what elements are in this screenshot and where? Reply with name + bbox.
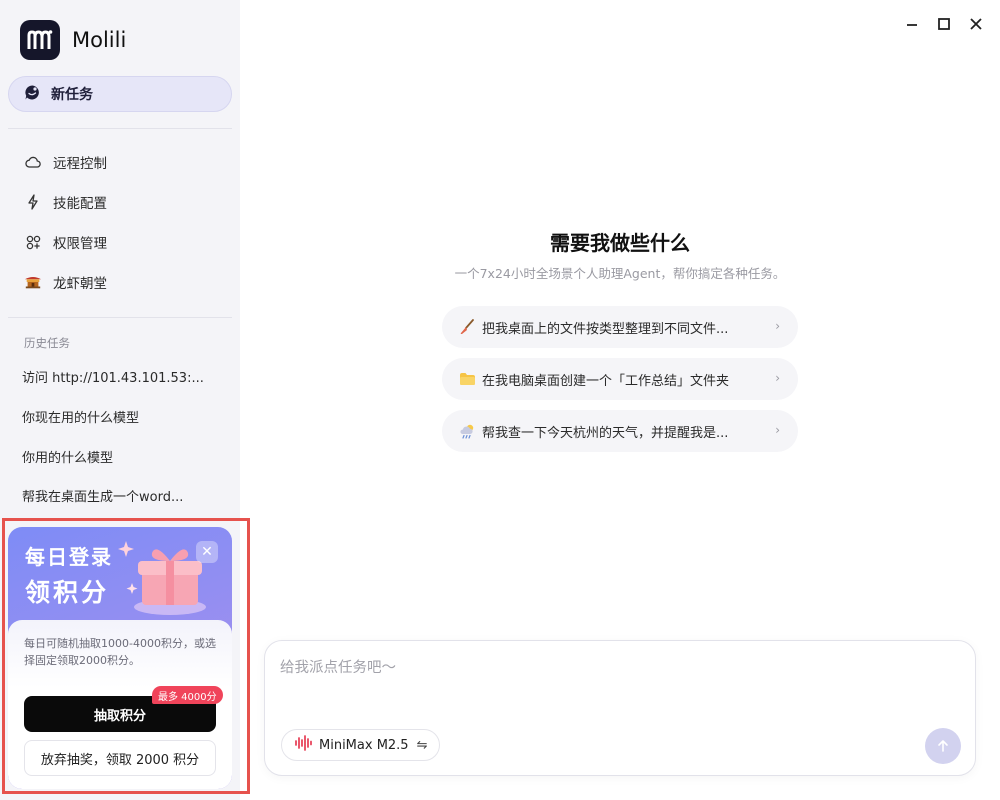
arrow-up-icon	[938, 740, 948, 752]
brand[interactable]: Molili	[20, 20, 126, 60]
promo-panel: 每日可随机抽取1000-4000积分，或选择固定领取2000积分。 抽取积分 最…	[8, 620, 232, 789]
promo-title-line2: 领积分	[25, 578, 110, 607]
claim-fixed-points-button[interactable]: 放弃抽奖，领取 2000 积分	[24, 740, 216, 776]
sidebar-item-label: 龙虾朝堂	[53, 276, 107, 292]
switch-icon: ⇋	[416, 737, 428, 753]
app-logo-icon	[20, 20, 60, 60]
grid-icon	[24, 233, 42, 251]
close-icon	[970, 18, 982, 30]
cloud-icon	[24, 153, 42, 171]
palace-icon	[24, 273, 42, 291]
suggestion-label: 把我桌面上的文件按类型整理到不同文件...	[482, 321, 729, 337]
maximize-button[interactable]	[934, 14, 954, 34]
sidebar-item-label: 技能配置	[53, 196, 107, 212]
suggestion-check-weather[interactable]: 帮我查一下今天杭州的天气，并提醒我是... ›	[442, 410, 798, 452]
audio-wave-icon	[294, 735, 312, 755]
suggestion-create-folder[interactable]: 在我电脑桌面创建一个「工作总结」文件夹 ›	[442, 358, 798, 400]
chat-bubble-icon	[24, 84, 41, 105]
send-button[interactable]	[925, 728, 961, 764]
chevron-right-icon: ›	[775, 423, 780, 437]
minimize-icon	[907, 24, 917, 26]
main-title: 需要我做些什么	[550, 231, 690, 255]
task-composer: MiniMax M2.5 ⇋	[264, 640, 976, 776]
promo-description: 每日可随机抽取1000-4000积分，或选择固定领取2000积分。	[24, 637, 216, 667]
history-item[interactable]: 访问 http://101.43.101.53:...	[8, 361, 232, 391]
chevron-right-icon: ›	[775, 319, 780, 333]
minimize-button[interactable]	[902, 14, 922, 34]
new-task-button[interactable]: 新任务	[8, 76, 232, 112]
weather-icon	[458, 422, 476, 440]
history-item[interactable]: 你现在用的什么模型	[8, 401, 232, 431]
maximize-icon	[938, 18, 950, 30]
history-item[interactable]: 帮我在桌面生成一个word...	[8, 480, 232, 510]
suggestion-label: 帮我查一下今天杭州的天气，并提醒我是...	[482, 425, 729, 441]
sidebar-divider	[8, 317, 232, 318]
broom-icon	[458, 318, 476, 336]
max-points-badge: 最多 4000分	[152, 686, 223, 704]
new-task-label: 新任务	[51, 87, 93, 103]
close-icon: ✕	[201, 544, 213, 560]
suggestion-label: 在我电脑桌面创建一个「工作总结」文件夹	[482, 373, 730, 389]
folder-icon	[458, 370, 476, 388]
sidebar-item-permission-management[interactable]: 权限管理	[8, 226, 232, 258]
sidebar-item-label: 远程控制	[53, 156, 107, 172]
model-name: MiniMax M2.5	[319, 737, 409, 753]
sidebar-item-remote-control[interactable]: 远程控制	[8, 146, 232, 178]
history-section-title: 历史任务	[24, 336, 70, 350]
sidebar-divider	[8, 128, 232, 129]
chevron-right-icon: ›	[775, 371, 780, 385]
model-selector[interactable]: MiniMax M2.5 ⇋	[281, 729, 441, 761]
task-input[interactable]	[280, 655, 960, 681]
lightning-icon	[24, 193, 42, 211]
daily-login-promo-card: 每日登录 领积分 ✕ 每日可随机抽取1000-4000积分，或选择固定领取200…	[8, 527, 232, 789]
main-subtitle: 一个7x24小时全场景个人助理Agent，帮你搞定各种任务。	[454, 266, 786, 281]
app-name: Molili	[72, 28, 127, 52]
sidebar-item-skill-config[interactable]: 技能配置	[8, 186, 232, 218]
history-item[interactable]: 你用的什么模型	[8, 441, 232, 471]
suggestion-organize-files[interactable]: 把我桌面上的文件按类型整理到不同文件... ›	[442, 306, 798, 348]
sidebar-item-label: 权限管理	[53, 236, 107, 252]
sidebar-item-lobster-court[interactable]: 龙虾朝堂	[8, 266, 232, 298]
promo-title-line1: 每日登录	[25, 545, 113, 569]
promo-close-button[interactable]: ✕	[196, 541, 218, 563]
close-window-button[interactable]	[966, 14, 986, 34]
